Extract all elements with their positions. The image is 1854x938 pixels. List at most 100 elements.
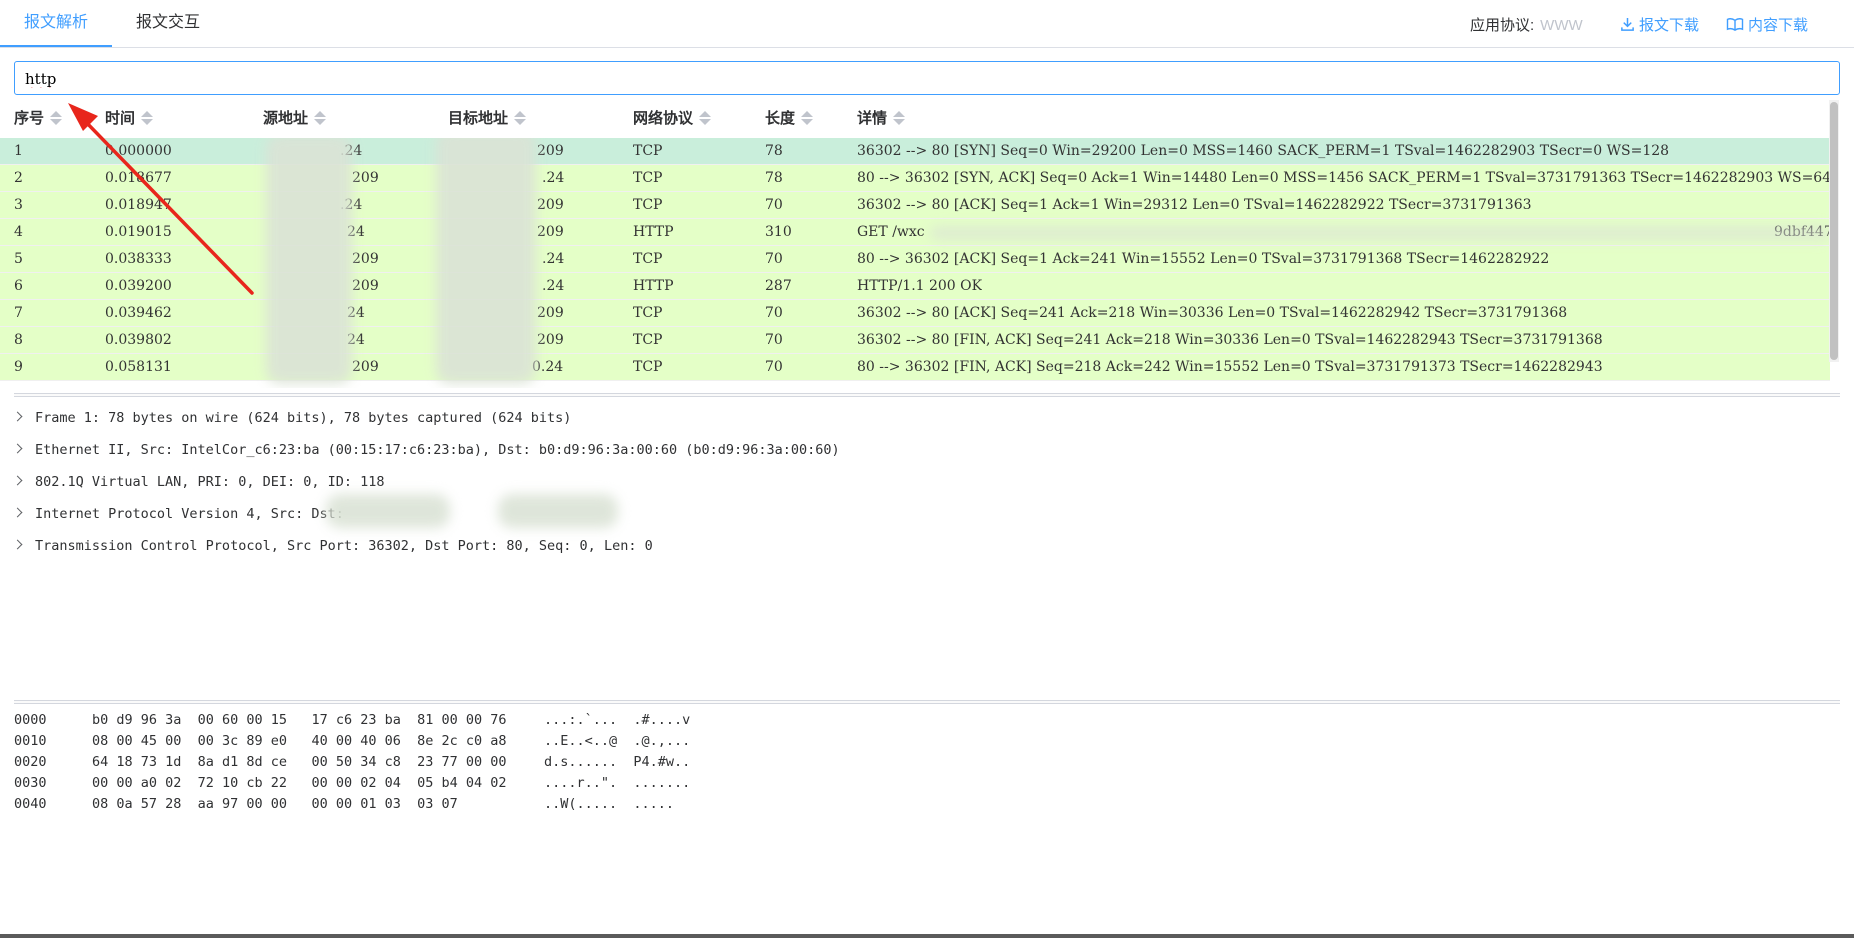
column-header-source[interactable]: 源地址 <box>263 107 327 128</box>
hex-bytes: b0 d9 96 3a 00 60 00 15 17 c6 23 ba 81 0… <box>92 712 507 728</box>
cell-no: 3 <box>14 197 23 213</box>
column-header-destination[interactable]: 目标地址 <box>448 107 527 128</box>
chevron-right-icon[interactable] <box>12 475 23 486</box>
cell-destination: 0.24 <box>532 359 564 375</box>
tree-node-ethernet[interactable]: Ethernet II, Src: IntelCor_c6:23:ba (00:… <box>12 438 840 462</box>
cell-source: 209 <box>352 359 379 375</box>
cell-time: 0.039200 <box>105 278 172 294</box>
cell-no: 6 <box>14 278 23 294</box>
hex-offset: 0020 <box>14 754 47 770</box>
filter-box <box>14 61 1840 96</box>
cell-length: 70 <box>765 332 783 348</box>
cell-destination: .24 <box>542 251 565 267</box>
cell-no: 5 <box>14 251 23 267</box>
chevron-right-icon[interactable] <box>12 443 23 454</box>
cell-time: 0.039462 <box>105 305 172 321</box>
tree-node-tcp[interactable]: Transmission Control Protocol, Src Port:… <box>12 534 653 558</box>
cell-protocol: HTTP <box>633 278 674 294</box>
cell-no: 2 <box>14 170 23 186</box>
cell-length: 78 <box>765 170 783 186</box>
app-protocol: 应用协议: WWW <box>1470 0 1583 46</box>
sort-icon[interactable] <box>50 111 63 125</box>
cell-time: 0.058131 <box>105 359 172 375</box>
cell-source: 209 <box>352 251 379 267</box>
cell-length: 70 <box>765 197 783 213</box>
sort-icon[interactable] <box>514 111 527 125</box>
redaction-blur <box>326 494 450 528</box>
cell-length: 70 <box>765 359 783 375</box>
cell-protocol: HTTP <box>633 224 674 240</box>
cell-source: 209 <box>352 170 379 186</box>
cell-info: 80 --> 36302 [SYN, ACK] Seq=0 Ack=1 Win=… <box>857 170 1830 186</box>
cell-info: 36302 --> 80 [ACK] Seq=1 Ack=1 Win=29312… <box>857 197 1532 213</box>
cell-no: 9 <box>14 359 23 375</box>
sort-icon[interactable] <box>801 111 814 125</box>
cell-info: 36302 --> 80 [FIN, ACK] Seq=241 Ack=218 … <box>857 332 1603 348</box>
cell-no: 8 <box>14 332 23 348</box>
tree-node-ipv4[interactable]: Internet Protocol Version 4, Src: Dst: <box>12 502 344 526</box>
cell-info: GET /wxc <box>857 224 925 240</box>
hex-offset: 0030 <box>14 775 47 791</box>
cell-time: 0.038333 <box>105 251 172 267</box>
cell-protocol: TCP <box>633 197 663 213</box>
sort-icon[interactable] <box>699 111 712 125</box>
cell-info: 80 --> 36302 [FIN, ACK] Seq=218 Ack=242 … <box>857 359 1603 375</box>
download-content-label: 内容下载 <box>1748 17 1809 34</box>
book-icon <box>1726 18 1744 31</box>
scrollbar-thumb[interactable] <box>1830 102 1838 360</box>
column-header-info[interactable]: 详情 <box>857 107 906 128</box>
sort-icon[interactable] <box>893 111 906 125</box>
cell-length: 70 <box>765 305 783 321</box>
table-scrollbar[interactable] <box>1829 100 1839 362</box>
hex-ascii: ..E..<..@ .@.,... <box>544 733 691 749</box>
cell-time: 0.018947 <box>105 197 172 213</box>
pane-splitter[interactable] <box>14 700 1840 704</box>
hex-offset: 0010 <box>14 733 47 749</box>
column-header-length[interactable]: 长度 <box>765 107 814 128</box>
cell-info: 80 --> 36302 [ACK] Seq=1 Ack=241 Win=155… <box>857 251 1550 267</box>
cell-info: HTTP/1.1 200 OK <box>857 278 983 294</box>
cell-info: 36302 --> 80 [ACK] Seq=241 Ack=218 Win=3… <box>857 305 1568 321</box>
sort-icon[interactable] <box>141 111 154 125</box>
cell-destination: .24 <box>542 278 565 294</box>
hex-ascii: d.s...... P4.#w.. <box>544 754 691 770</box>
column-header-time[interactable]: 时间 <box>105 107 154 128</box>
download-content-button[interactable]: 内容下载 <box>1726 0 1808 46</box>
hex-bytes: 08 0a 57 28 aa 97 00 00 00 00 01 03 03 0… <box>92 796 458 812</box>
cell-destination: 209 <box>537 305 564 321</box>
pane-splitter[interactable] <box>14 393 1840 397</box>
download-packet-label: 报文下载 <box>1639 17 1700 34</box>
cell-length: 78 <box>765 143 783 159</box>
tab-packet-analysis[interactable]: 报文解析 <box>0 0 112 47</box>
chevron-right-icon[interactable] <box>12 539 23 550</box>
tab-bar: 报文解析 报文交互 应用协议: WWW 报文下载 内容下载 <box>0 0 1854 48</box>
chevron-right-icon[interactable] <box>12 507 23 518</box>
hex-bytes: 64 18 73 1d 8a d1 8d ce 00 50 34 c8 23 7… <box>92 754 507 770</box>
download-icon <box>1621 17 1634 31</box>
table-header: 序号 时间 源地址 目标地址 网络协议 长度 详情 <box>0 103 1830 133</box>
tree-node-frame[interactable]: Frame 1: 78 bytes on wire (624 bits), 78… <box>12 406 571 430</box>
hex-ascii: ..W(..... ..... <box>544 796 675 812</box>
cell-time: 0.000000 <box>105 143 172 159</box>
download-packet-button[interactable]: 报文下载 <box>1620 0 1699 46</box>
sort-icon[interactable] <box>314 111 327 125</box>
redaction-blur <box>436 138 536 384</box>
app-protocol-label: 应用协议: <box>1470 17 1535 34</box>
cell-length: 70 <box>765 251 783 267</box>
cell-protocol: TCP <box>633 332 663 348</box>
cell-protocol: TCP <box>633 170 663 186</box>
tree-node-vlan[interactable]: 802.1Q Virtual LAN, PRI: 0, DEI: 0, ID: … <box>12 470 385 494</box>
column-header-no[interactable]: 序号 <box>14 107 63 128</box>
cell-length: 287 <box>765 278 792 294</box>
chevron-right-icon[interactable] <box>12 411 23 422</box>
tab-packet-interaction[interactable]: 报文交互 <box>114 0 222 46</box>
column-header-protocol[interactable]: 网络协议 <box>633 107 712 128</box>
hex-ascii: ...:.`... .#....v <box>544 712 691 728</box>
cell-time: 0.018677 <box>105 170 172 186</box>
hex-bytes: 08 00 45 00 00 3c 89 e0 40 00 40 06 8e 2… <box>92 733 507 749</box>
redaction-blur <box>930 226 1830 240</box>
filter-input[interactable] <box>23 62 1827 96</box>
cell-destination: 209 <box>537 197 564 213</box>
cell-time: 0.039802 <box>105 332 172 348</box>
cell-protocol: TCP <box>633 143 663 159</box>
